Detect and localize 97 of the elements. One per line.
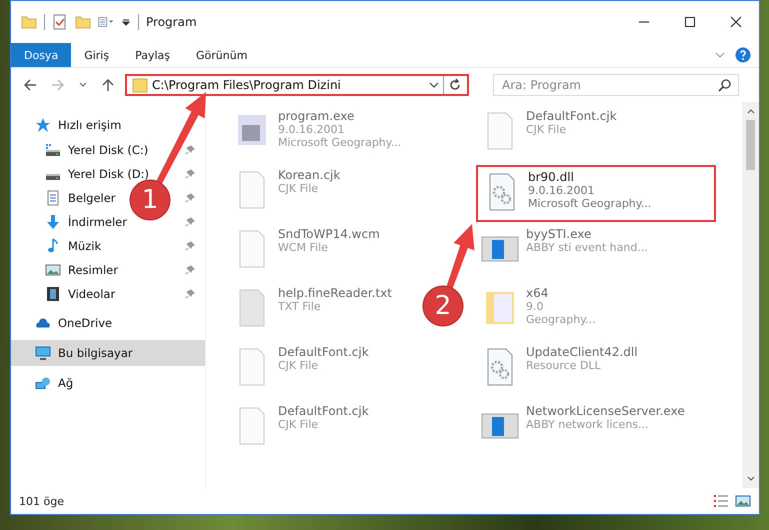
file-tile[interactable]: DefaultFont.cjk CJK File (476, 106, 621, 163)
address-bar[interactable]: C:\Program Files\Program Dizini (125, 74, 469, 96)
file-tile[interactable]: SndToWP14.wcm WCM File (228, 224, 384, 281)
scroll-up-icon[interactable] (746, 107, 754, 115)
file-name: program.exe (278, 109, 356, 123)
file-name: br90.dll (528, 170, 575, 184)
star-icon (35, 117, 51, 133)
picture-icon (45, 262, 61, 278)
monitor-icon (35, 345, 51, 361)
pin-icon[interactable] (185, 265, 195, 275)
dropdown-icon[interactable] (121, 17, 131, 27)
ribbon-tab[interactable]: Görünüm (183, 43, 260, 67)
help-icon[interactable] (735, 47, 751, 63)
scrollbar[interactable] (742, 102, 759, 488)
file-detail: CJK File (278, 418, 320, 431)
window-title: Program (146, 15, 197, 29)
sidebar-item[interactable]: OneDrive (58, 316, 112, 330)
file-name: UpdateClient42.dll (526, 345, 638, 359)
file-detail: ABBY sti event hand... (526, 241, 648, 254)
file-detail: TXT File (278, 300, 322, 313)
ribbon-tab[interactable]: Dosya (11, 43, 72, 67)
scroll-down-icon[interactable] (746, 475, 754, 483)
file-tile[interactable]: help.fineReader.txt TXT File (228, 283, 396, 340)
forward-arrow-icon[interactable] (51, 78, 65, 92)
file-tile[interactable]: UpdateClient42.dll Resource DLL (476, 342, 642, 399)
pin-icon[interactable] (185, 217, 195, 227)
download-arrow-icon (45, 214, 61, 230)
file-tile[interactable]: DefaultFont.cjk CJK File (228, 401, 373, 458)
ribbon-tab[interactable]: Giriş (71, 43, 122, 67)
sidebar-label: Bu bilgisayar (58, 346, 133, 360)
search-field[interactable]: Ara: Program (493, 74, 739, 96)
network-icon (35, 375, 51, 391)
file-name: DefaultFont.cjk (526, 109, 617, 123)
film-icon (45, 286, 61, 302)
step-number: 1 (140, 184, 160, 216)
file-detail: ABBY network licens... (526, 418, 650, 431)
file-tile[interactable]: byySTI.exe ABBY sti event hand... (476, 224, 652, 281)
file-tile[interactable]: NetworkLicenseServer.exe ABBY network licens... (476, 401, 689, 458)
file-detail: Geography... (526, 313, 596, 326)
file-name: DefaultFont.cjk (278, 404, 369, 418)
sidebar-item[interactable]: Bu bilgisayar (11, 340, 205, 366)
file-name: NetworkLicenseServer.exe (526, 404, 685, 418)
file-name: help.fineReader.txt (278, 286, 392, 300)
file-detail: 9.0 (526, 300, 544, 313)
pin-icon[interactable] (185, 193, 195, 203)
picture-view-icon[interactable] (735, 493, 751, 509)
refresh-icon[interactable] (448, 78, 462, 92)
file-tile[interactable]: x64 9.0 Geography... (476, 283, 600, 340)
sidebar-item[interactable]: Belgeler (68, 191, 116, 205)
file-name: SndToWP14.wcm (278, 227, 380, 241)
file-name: DefaultFont.cjk (278, 345, 369, 359)
pin-icon[interactable] (185, 289, 195, 299)
chevron-down-icon[interactable] (79, 81, 87, 89)
file-detail: Microsoft Geography... (278, 136, 402, 149)
sidebar-item[interactable]: Ağ (58, 376, 74, 390)
file-detail: WCM File (278, 241, 329, 254)
drive-icon (45, 174, 61, 180)
step-number: 2 (434, 290, 452, 322)
search-icon[interactable] (718, 78, 732, 92)
details-view-icon[interactable] (713, 493, 729, 509)
file-detail: Microsoft Geography... (528, 197, 652, 210)
document-icon (45, 190, 61, 206)
file-tile[interactable]: program.exe 9.0.16.2001 Microsoft Geography... (228, 106, 406, 163)
file-detail: Resource DLL (526, 359, 602, 372)
pin-icon[interactable] (185, 145, 195, 155)
sidebar-item[interactable]: Yerel Disk (C:) (68, 143, 148, 157)
file-tile[interactable]: Korean.cjk CJK File (228, 165, 344, 222)
file-name: Korean.cjk (278, 168, 340, 182)
back-arrow-icon[interactable] (23, 78, 37, 92)
pin-icon[interactable] (185, 169, 195, 179)
sidebar-item[interactable]: Videolar (68, 287, 116, 301)
sidebar-item[interactable]: Müzik (68, 239, 102, 253)
folder-icon[interactable] (21, 14, 37, 30)
up-arrow-icon[interactable] (101, 78, 115, 92)
drive-icon (45, 144, 61, 156)
sidebar-item[interactable]: Hızlı erişim (58, 118, 122, 132)
file-name: byySTI.exe (526, 227, 592, 241)
file-name: x64 (526, 286, 550, 300)
pin-icon[interactable] (185, 241, 195, 251)
address-path: C:\Program Files\Program Dizini (152, 78, 342, 92)
folder-icon (132, 77, 148, 93)
file-detail: CJK File (278, 182, 320, 195)
sidebar-item[interactable]: Resimler (68, 263, 118, 277)
item-count: 101 öge (19, 494, 64, 508)
chevron-down-icon[interactable] (429, 80, 439, 90)
scroll-thumb[interactable] (746, 120, 755, 170)
folder-icon[interactable] (75, 14, 91, 30)
file-tile[interactable]: br90.dll 9.0.16.2001 Microsoft Geography... (476, 165, 716, 222)
checklist-icon[interactable] (52, 14, 68, 30)
sidebar-item[interactable]: İndirmeler (68, 215, 127, 229)
file-detail: CJK File (526, 123, 568, 136)
file-tile[interactable]: DefaultFont.cjk CJK File (228, 342, 373, 399)
file-detail: 9.0.16.2001 (278, 123, 346, 136)
ribbon-tab[interactable]: Paylaş (122, 43, 183, 67)
file-detail: 9.0.16.2001 (528, 184, 596, 197)
sidebar-item[interactable]: Yerel Disk (D:) (68, 167, 150, 181)
file-detail: CJK File (278, 359, 320, 372)
